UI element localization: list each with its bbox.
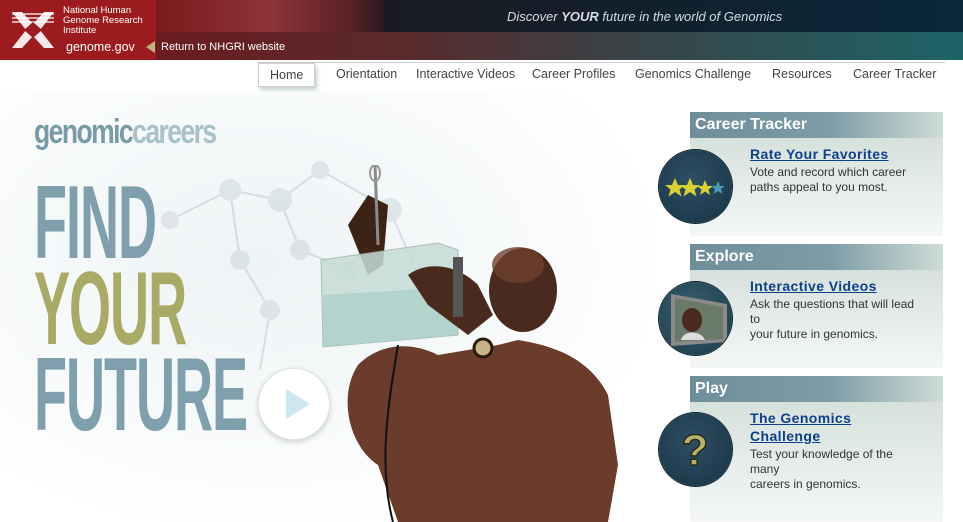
- nav-interactive-videos[interactable]: Interactive Videos: [416, 63, 515, 85]
- brand-part-careers: careers: [132, 113, 217, 151]
- desc-line: your future in genomics.: [750, 327, 879, 341]
- panel-description: Ask the questions that will lead to your…: [750, 297, 920, 342]
- rate-your-favorites-link[interactable]: Rate Your Favorites: [750, 145, 889, 163]
- interactive-videos-link[interactable]: Interactive Videos: [750, 277, 877, 295]
- desc-line: paths appeal to you most.: [750, 180, 888, 194]
- panel-description: Vote and record which career paths appea…: [750, 165, 920, 195]
- nhgri-logo[interactable]: National Human Genome Research Institute…: [0, 0, 156, 60]
- nav-career-tracker[interactable]: Career Tracker: [853, 63, 936, 85]
- svg-text:?: ?: [682, 426, 709, 475]
- panel-heading: Play: [690, 376, 943, 402]
- brand-part-genomic: genomic: [34, 113, 134, 151]
- hero-line-future: FUTURE: [34, 337, 248, 453]
- panel-heading: Explore: [690, 244, 943, 270]
- link-line: The Genomics: [750, 410, 852, 426]
- site-domain: genome.gov: [66, 40, 135, 54]
- hero-photo-scientist: [320, 165, 618, 522]
- return-link[interactable]: Return to NHGRI website: [146, 38, 285, 56]
- play-video-button[interactable]: [258, 368, 330, 440]
- org-name: National Human Genome Research Institute: [63, 6, 143, 36]
- genomic-careers-logo: genomiccareers: [34, 113, 217, 152]
- site-header: National Human Genome Research Institute…: [0, 0, 963, 60]
- play-icon: [286, 389, 310, 419]
- stars-icon[interactable]: [659, 150, 732, 223]
- nav-home[interactable]: Home: [258, 63, 316, 87]
- back-arrow-icon: [146, 41, 155, 53]
- tagline-post: future in the world of Genomics: [598, 9, 783, 24]
- org-line: Institute: [63, 25, 97, 36]
- return-link-label: Return to NHGRI website: [161, 41, 286, 53]
- panel-description: Test your knowledge of the many careers …: [750, 447, 920, 492]
- question-mark-icon[interactable]: ?: [659, 413, 732, 486]
- nhgri-x-logo-icon: [12, 12, 54, 48]
- main-nav: Home Orientation Interactive Videos Care…: [258, 62, 945, 87]
- nav-career-profiles[interactable]: Career Profiles: [532, 63, 615, 85]
- link-line: Challenge: [750, 428, 821, 444]
- desc-line: Test your knowledge of the many: [750, 447, 893, 476]
- nav-resources[interactable]: Resources: [772, 63, 832, 85]
- header-photo: [156, 0, 384, 32]
- rating-stars-icon: [665, 178, 725, 197]
- desc-line: Ask the questions that will lead to: [750, 297, 915, 326]
- panel-heading: Career Tracker: [690, 112, 943, 138]
- desc-line: Vote and record which career: [750, 165, 907, 179]
- desc-line: careers in genomics.: [750, 477, 861, 491]
- tagline-pre: Discover: [507, 9, 562, 24]
- nav-genomics-challenge[interactable]: Genomics Challenge: [635, 63, 751, 85]
- genomics-challenge-link[interactable]: The Genomics Challenge: [750, 409, 851, 445]
- tagline: Discover YOUR future in the world of Gen…: [507, 9, 782, 24]
- tv-screen-icon: [671, 294, 727, 346]
- question-glyph-icon: ?: [681, 425, 709, 476]
- tagline-bold: YOUR: [561, 9, 599, 24]
- video-screen-icon[interactable]: [659, 282, 732, 355]
- nav-orientation[interactable]: Orientation: [336, 63, 397, 85]
